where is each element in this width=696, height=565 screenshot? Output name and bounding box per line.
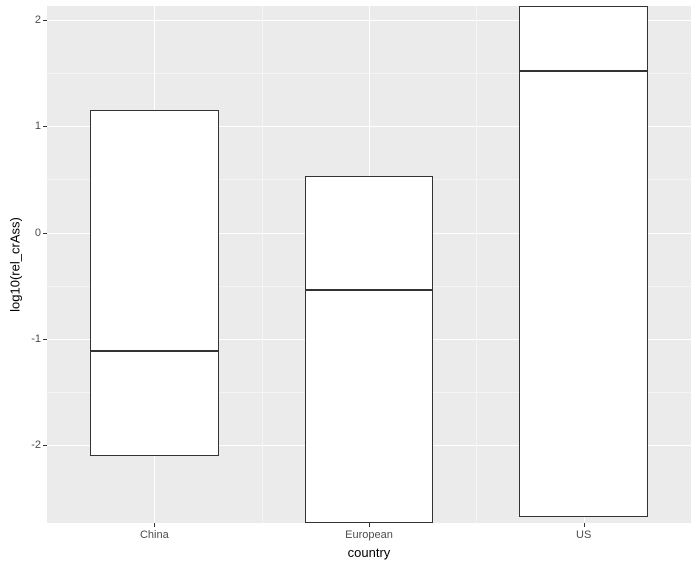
tick-y-label: -2 <box>31 439 41 451</box>
tick-y-label: 2 <box>35 14 41 26</box>
tick-y <box>43 339 47 340</box>
box-us <box>519 6 648 517</box>
tick-y <box>43 20 47 21</box>
median-european <box>306 289 433 291</box>
tick-y-label: -1 <box>31 333 41 345</box>
tick-y-label: 0 <box>35 227 41 239</box>
tick-x <box>154 523 155 527</box>
tick-x-label: European <box>345 529 393 541</box>
gridline-v-minor <box>476 6 477 523</box>
plot-panel <box>47 6 691 523</box>
gridline-v-minor <box>262 6 263 523</box>
tick-x <box>584 523 585 527</box>
tick-x-label: China <box>140 529 169 541</box>
box-european <box>305 176 434 523</box>
axis-title-x: country <box>329 545 409 560</box>
median-us <box>520 70 647 72</box>
tick-x-label: US <box>576 529 591 541</box>
axis-title-y: log10(rel_crAss) <box>8 204 23 324</box>
median-china <box>91 350 218 352</box>
tick-y <box>43 126 47 127</box>
tick-y <box>43 233 47 234</box>
boxplot-chart: -2 -1 0 1 2 China European US log10(rel_crAss)co… <box>0 0 696 565</box>
tick-x <box>369 523 370 527</box>
tick-y-label: 1 <box>35 120 41 132</box>
tick-y <box>43 445 47 446</box>
box-china <box>90 110 219 456</box>
